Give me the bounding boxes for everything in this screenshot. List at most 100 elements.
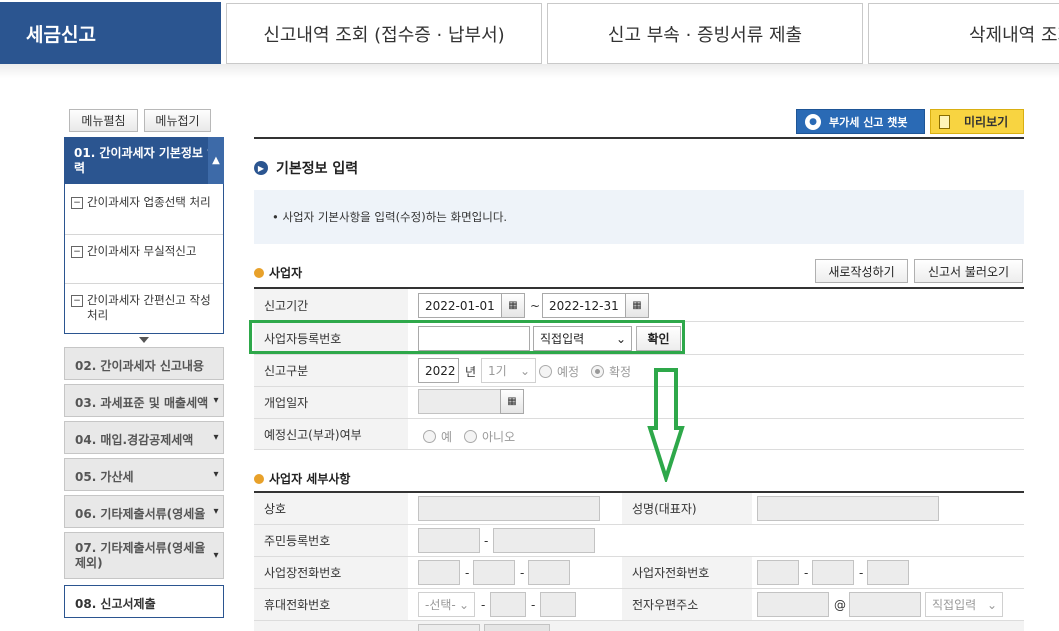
radio-label: 확정: [609, 365, 632, 379]
label-prelim: 예정신고(부과)여부: [254, 419, 408, 449]
submenu-item-simple[interactable]: − 간이과세자 간편신고 작성 처리: [65, 284, 223, 333]
calendar-icon[interactable]: ▦: [501, 293, 525, 318]
tab-deleted-history[interactable]: 삭제내역 조회: [868, 3, 1059, 64]
submenu-label: 간이과세자 업종선택 처리: [87, 195, 211, 209]
partial-field: [418, 624, 480, 631]
date-from-field[interactable]: 2022-01-01: [418, 293, 502, 318]
shop-phone-2[interactable]: [473, 560, 515, 585]
radio-final[interactable]: 확정: [591, 363, 631, 380]
menu-item-06[interactable]: 06. 기타제출서류(영세율 ▾: [64, 495, 224, 528]
tab-tax-filing[interactable]: 세금신고: [0, 2, 221, 64]
document-icon: [939, 114, 950, 129]
preview-button[interactable]: 미리보기: [930, 109, 1024, 134]
menu-label: 03. 과세표준 및 매출세액: [75, 396, 209, 410]
load-return-button[interactable]: 신고서 불러오기: [914, 259, 1023, 283]
mobile-3[interactable]: [540, 592, 576, 617]
new-write-button[interactable]: 새로작성하기: [815, 259, 908, 283]
shop-phone-3[interactable]: [528, 560, 570, 585]
email-domain-select[interactable]: 직접입력 ⌄: [925, 592, 1003, 617]
label-biz-phone: 사업자전화번호: [622, 557, 752, 588]
ceo-field: [757, 496, 939, 521]
radio-icon: [539, 365, 552, 378]
section-title: 사업자 세부사항: [269, 472, 351, 486]
menu-label: 07. 기타제출서류(영세율 제외): [75, 541, 206, 570]
menu-item-03[interactable]: 03. 과세표준 및 매출세액 ▾: [64, 384, 224, 417]
calendar-icon[interactable]: ▦: [625, 293, 649, 318]
label-email: 전자우편주소: [622, 589, 752, 620]
section-business-detail: 사업자 세부사항: [254, 470, 350, 487]
next-row-partial: [254, 621, 1024, 631]
year-field[interactable]: 2022: [418, 358, 459, 383]
minus-box-icon: −: [71, 197, 83, 209]
label-shop-phone: 사업장전화번호: [254, 557, 408, 588]
label-period: 신고기간: [254, 289, 408, 321]
menu-label: 01. 간이과세자 기본정보 입력: [74, 146, 219, 175]
select-value: 직접입력: [932, 598, 977, 612]
email-id-field[interactable]: [757, 592, 829, 617]
caret-down-icon: [139, 337, 149, 343]
mobile-2[interactable]: [490, 592, 526, 617]
bullet-icon: [254, 267, 264, 278]
biz-phone-2[interactable]: [812, 560, 854, 585]
company-field: [418, 496, 600, 521]
shop-phone-1[interactable]: [418, 560, 460, 585]
preview-label: 미리보기: [964, 115, 1009, 129]
label-company: 상호: [254, 493, 408, 524]
term-select[interactable]: 1기 ⌄: [481, 358, 536, 383]
dash-text: -: [465, 566, 470, 580]
chevron-down-icon: ▾: [209, 422, 223, 453]
chatbot-button[interactable]: ● 부가세 신고 챗봇: [796, 109, 925, 134]
radio-label: 예정: [557, 365, 580, 379]
mobile-prefix-select[interactable]: -선택- ⌄: [418, 592, 475, 617]
radio-no[interactable]: 아니오: [464, 428, 515, 445]
submenu-item-industry[interactable]: − 간이과세자 업종선택 처리: [65, 186, 223, 235]
row-rrn: 주민등록번호 -: [254, 525, 1024, 557]
chevron-down-icon: ▾: [209, 533, 223, 578]
bullet-icon: [254, 473, 264, 484]
chevron-down-icon: ⌄: [519, 363, 530, 378]
open-date-field[interactable]: [418, 389, 501, 414]
radio-icon: [423, 430, 436, 443]
biz-phone-3[interactable]: [867, 560, 909, 585]
at-text: @: [834, 598, 846, 612]
label-type: 신고구분: [254, 355, 408, 386]
menu-label: 08. 신고서제출: [75, 597, 156, 611]
menu-item-08[interactable]: 08. 신고서제출: [64, 585, 224, 618]
collapse-all-button[interactable]: 메뉴접기: [144, 109, 211, 132]
tab-supporting-docs[interactable]: 신고 부속 · 증빙서류 제출: [547, 3, 863, 64]
chatbot-icon: ●: [805, 113, 821, 130]
email-domain-field[interactable]: [849, 592, 921, 617]
menu-basic-info[interactable]: 01. 간이과세자 기본정보 입력: [64, 137, 224, 184]
menu-item-04[interactable]: 04. 매입.경감공제세액 ▾: [64, 421, 224, 454]
rrn-back-field: [493, 528, 595, 553]
biz-phone-1[interactable]: [757, 560, 799, 585]
radio-icon: [591, 365, 604, 378]
date-to-field[interactable]: 2022-12-31: [542, 293, 626, 318]
radio-yes[interactable]: 예: [423, 428, 452, 445]
tilde-text: ~: [530, 299, 541, 313]
radio-planned[interactable]: 예정: [539, 363, 579, 380]
dash-text: -: [531, 598, 536, 612]
menu-item-02[interactable]: 02. 간이과세자 신고내용: [64, 347, 224, 380]
chevron-up-icon[interactable]: ▲: [208, 137, 224, 184]
minus-box-icon: −: [71, 295, 83, 307]
submenu-label: 간이과세자 무실적신고: [87, 244, 197, 258]
dash-text: -: [484, 534, 489, 548]
chevron-down-icon: ⌄: [986, 597, 997, 612]
row-phone: 사업장전화번호 - - 사업자전화번호 - -: [254, 557, 1024, 589]
menu-item-05[interactable]: 05. 가산세 ▾: [64, 458, 224, 491]
section-title: 사업자: [269, 266, 303, 280]
menu-item-07[interactable]: 07. 기타제출서류(영세율 제외) ▾: [64, 532, 224, 579]
submenu-item-no-result[interactable]: − 간이과세자 무실적신고: [65, 235, 223, 284]
row-open-date: 개업일자 ▦: [254, 387, 1024, 419]
label-mobile: 휴대전화번호: [254, 589, 408, 620]
calendar-icon[interactable]: ▦: [500, 389, 524, 414]
menu-label: 05. 가산세: [75, 470, 134, 484]
tab-filing-history[interactable]: 신고내역 조회 (접수증 · 납부서): [226, 3, 542, 64]
info-box: • 사업자 기본사항을 입력(수정)하는 화면입니다.: [254, 190, 1024, 244]
expand-all-button[interactable]: 메뉴펼침: [69, 109, 138, 132]
tab-label: 세금신고: [26, 23, 96, 46]
row-period: 신고기간 2022-01-01 ▦ ~ 2022-12-31 ▦: [254, 289, 1024, 322]
dash-text: -: [804, 566, 809, 580]
top-shadow: [0, 64, 1059, 78]
